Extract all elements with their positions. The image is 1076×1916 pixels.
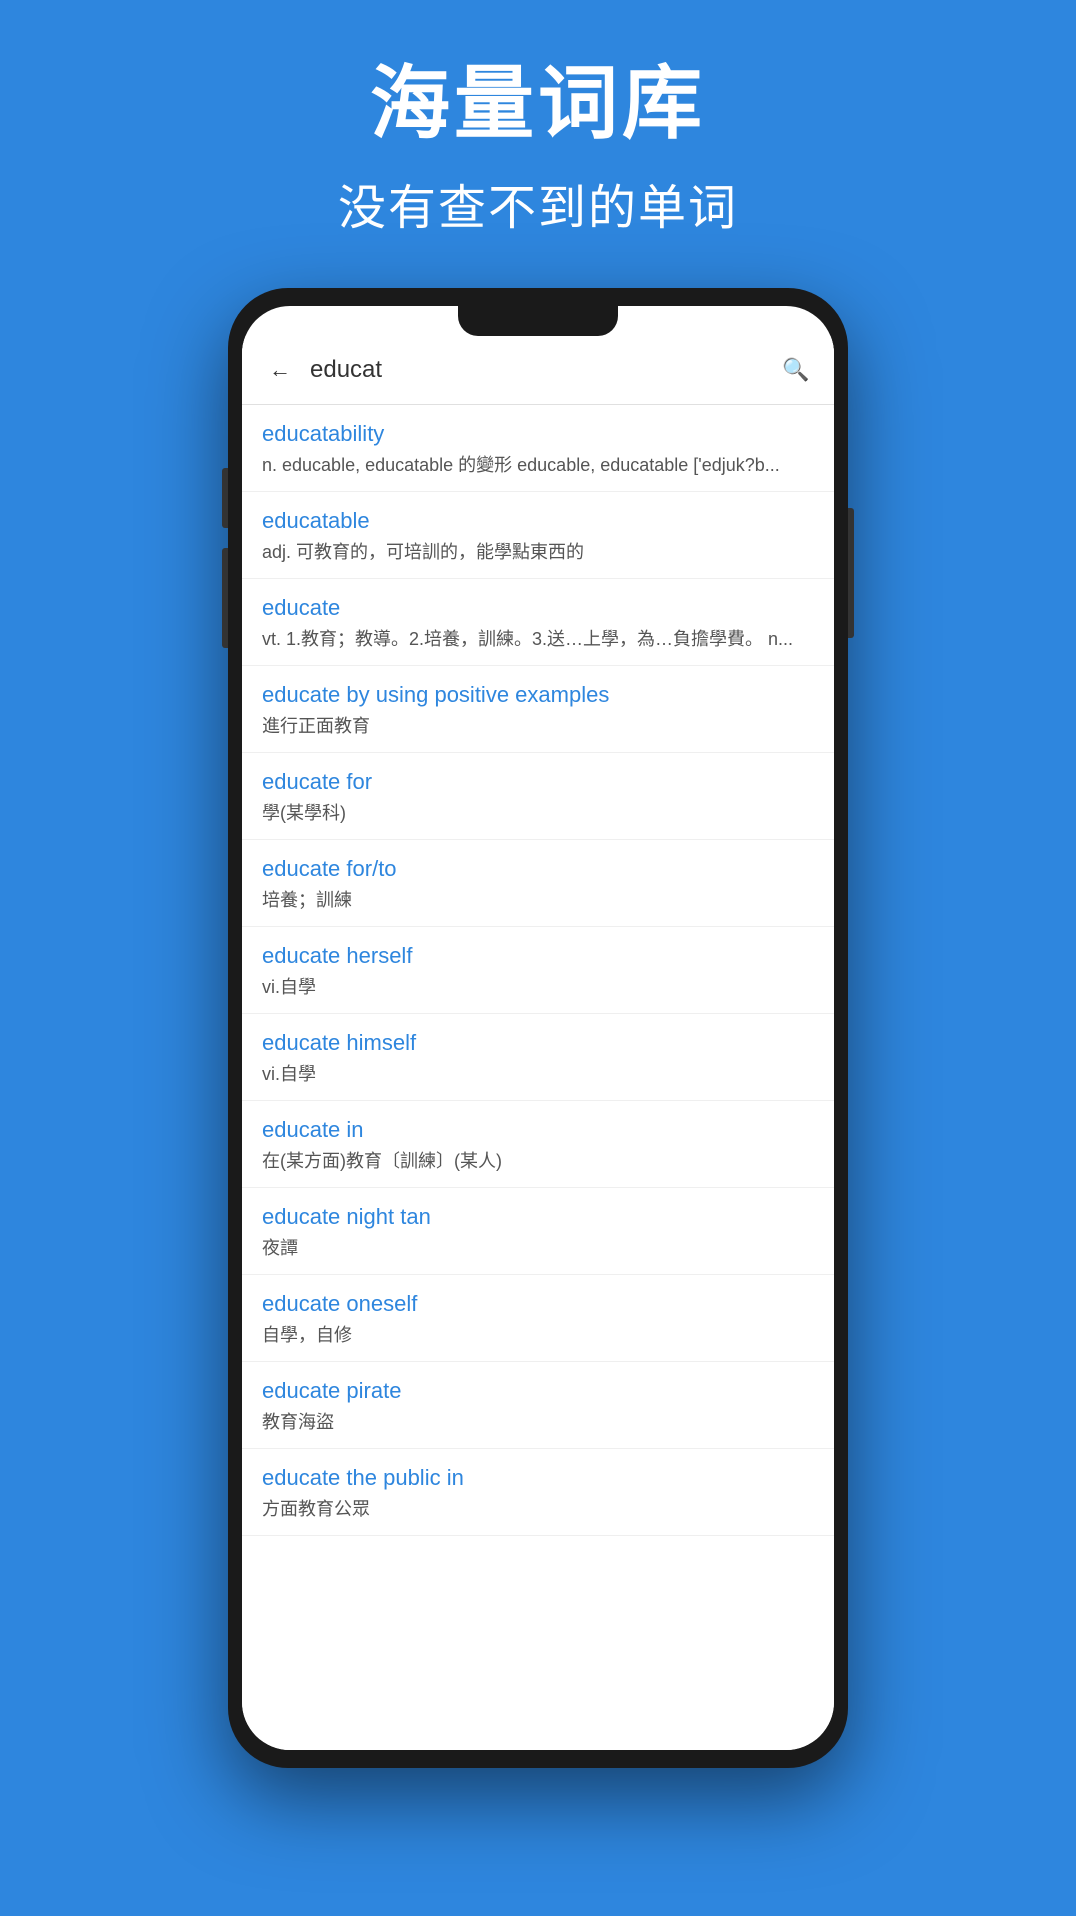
back-arrow-icon: ← xyxy=(269,357,291,383)
result-desc: vi.自學 xyxy=(262,1060,814,1086)
phone-button-left1 xyxy=(222,468,228,528)
result-desc: 學(某學科) xyxy=(262,799,814,825)
result-desc: 教育海盜 xyxy=(262,1408,814,1434)
list-item[interactable]: educate pirate 教育海盜 xyxy=(242,1362,834,1449)
list-item[interactable]: educatable adj. 可教育的，可培訓的，能學點東西的 xyxy=(242,492,834,579)
result-desc: 方面教育公眾 xyxy=(262,1495,814,1521)
result-term: educate himself xyxy=(262,1030,814,1056)
list-item[interactable]: educate vt. 1.教育；教導。2.培養，訓練。3.送…上學，為…負擔學費… xyxy=(242,579,834,666)
search-bar: ← 🔍 xyxy=(242,336,834,405)
list-item[interactable]: educatability n. educable, educatable 的變形… xyxy=(242,405,834,492)
result-term: educate by using positive examples xyxy=(262,682,814,708)
phone-notch xyxy=(458,306,618,336)
list-item[interactable]: educate by using positive examples 進行正面教育 xyxy=(242,666,834,753)
list-item[interactable]: educate herself vi.自學 xyxy=(242,927,834,1014)
result-desc: vt. 1.教育；教導。2.培養，訓練。3.送…上學，為…負擔學費。 n... xyxy=(262,625,814,651)
search-submit-button[interactable]: 🔍 xyxy=(778,352,814,388)
result-term: educate for/to xyxy=(262,856,814,882)
list-item[interactable]: educate night tan 夜譚 xyxy=(242,1188,834,1275)
result-desc: 夜譚 xyxy=(262,1234,814,1260)
list-item[interactable]: educate for 學(某學科) xyxy=(242,753,834,840)
result-desc: 進行正面教育 xyxy=(262,712,814,738)
back-button[interactable]: ← xyxy=(262,352,298,388)
result-desc: n. educable, educatable 的變形 educable, ed… xyxy=(262,451,814,477)
list-item[interactable]: educate in 在(某方面)教育〔訓練〕(某人) xyxy=(242,1101,834,1188)
result-term: educate for xyxy=(262,769,814,795)
phone-button-left2 xyxy=(222,548,228,648)
search-icon: 🔍 xyxy=(782,357,809,383)
result-term: educate herself xyxy=(262,943,814,969)
list-item[interactable]: educate himself vi.自學 xyxy=(242,1014,834,1101)
result-desc: 自學，自修 xyxy=(262,1321,814,1347)
result-term: educate pirate xyxy=(262,1378,814,1404)
phone-mockup: ← 🔍 educatability n. educable, educatable… xyxy=(228,288,848,1768)
result-term: educate night tan xyxy=(262,1204,814,1230)
list-item[interactable]: educate the public in 方面教育公眾 xyxy=(242,1449,834,1536)
result-term: educatable xyxy=(262,508,814,534)
phone-screen: ← 🔍 educatability n. educable, educatable… xyxy=(242,306,834,1750)
result-desc: 在(某方面)教育〔訓練〕(某人) xyxy=(262,1147,814,1173)
result-term: educatability xyxy=(262,421,814,447)
search-input[interactable] xyxy=(298,356,778,384)
phone-frame: ← 🔍 educatability n. educable, educatable… xyxy=(228,288,848,1768)
list-item[interactable]: educate for/to 培養；訓練 xyxy=(242,840,834,927)
phone-button-right xyxy=(848,508,854,638)
result-term: educate in xyxy=(262,1117,814,1143)
result-desc: 培養；訓練 xyxy=(262,886,814,912)
page-subtitle: 没有查不到的单词 xyxy=(338,168,738,238)
result-term: educate xyxy=(262,595,814,621)
result-term: educate oneself xyxy=(262,1291,814,1317)
result-term: educate the public in xyxy=(262,1465,814,1491)
results-list: educatability n. educable, educatable 的變形… xyxy=(242,405,834,1739)
list-item[interactable]: educate oneself 自學，自修 xyxy=(242,1275,834,1362)
page-title: 海量词库 xyxy=(338,60,738,148)
result-desc: adj. 可教育的，可培訓的，能學點東西的 xyxy=(262,538,814,564)
result-desc: vi.自學 xyxy=(262,973,814,999)
screen-content: ← 🔍 educatability n. educable, educatable… xyxy=(242,336,834,1750)
